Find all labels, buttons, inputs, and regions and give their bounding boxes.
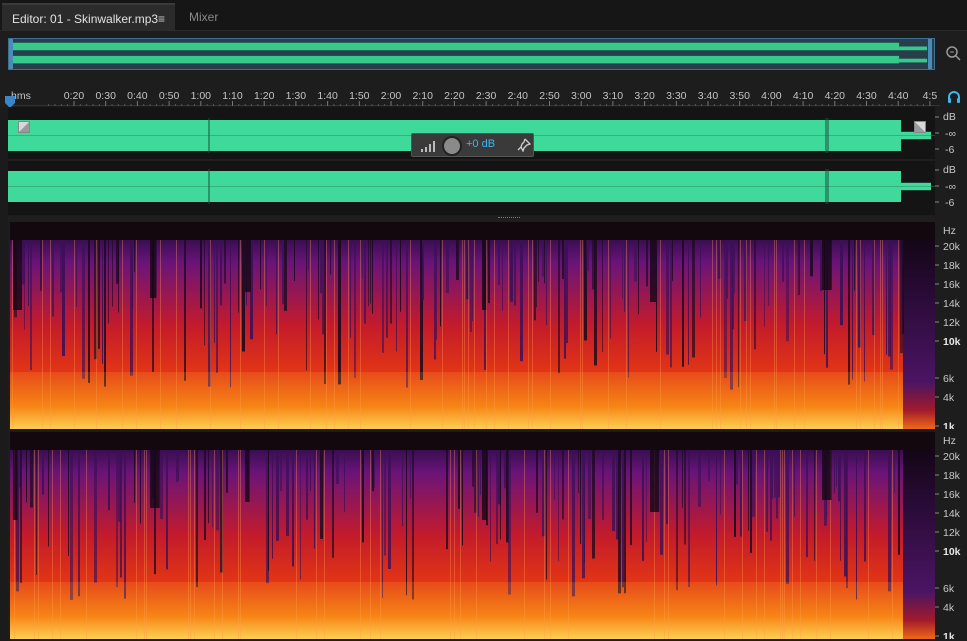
hz-tick-label: 14k <box>943 508 961 520</box>
overview-navigator[interactable] <box>8 38 935 70</box>
db-neg-inf-top: -∞ <box>945 128 956 140</box>
db-neg6-bottom: -6 <box>945 197 954 209</box>
tab-mixer-label: Mixer <box>189 10 219 24</box>
fade-in-handle-icon[interactable] <box>18 121 30 133</box>
hz-tick-label: 6k <box>943 583 955 595</box>
db-neg-inf-bottom: -∞ <box>945 181 956 193</box>
ruler-tick-label: 0:40 <box>127 90 148 102</box>
fade-out-handle-icon[interactable] <box>914 121 926 133</box>
ruler-tick-label: 3:10 <box>603 90 624 102</box>
amplitude-scale: dB -∞ -6 dB -∞ -6 <box>935 107 967 215</box>
frequency-scale-left: Hz 20k 18k 16k 14k 12k 10k 6k 4k 1k <box>935 222 967 429</box>
tab-bar: Editor: 01 - Skinwalker.mp3 ≡ Mixer <box>0 0 967 31</box>
hz-tick-label: 4k <box>943 602 955 614</box>
ruler-tick-label: 2:20 <box>444 90 465 102</box>
hz-tick-label: 10k <box>943 336 961 348</box>
hz-tick-label: 20k <box>943 241 961 253</box>
tab-mixer[interactable]: Mixer <box>177 3 247 31</box>
waveform-view[interactable] <box>8 107 935 215</box>
hz-tick-label: 16k <box>943 489 961 501</box>
ruler-tick-label: 4:00 <box>761 90 782 102</box>
ruler-tick-label: 2:00 <box>381 90 402 102</box>
ruler-tick-label: 3:30 <box>666 90 687 102</box>
spectrogram-right <box>10 432 935 639</box>
ruler-tick-label: 1:10 <box>222 90 243 102</box>
ruler-tick-label: 4:5 <box>923 90 938 102</box>
time-ruler-ticks: hms 0:20 0:30 0:40 0:50 1:00 1:10 1:20 1:30 1:40 1… <box>11 90 938 106</box>
hz-tick-label: 16k <box>943 279 961 291</box>
frequency-scale-right: Hz 20k 18k 16k 14k 12k 10k 6k 4k 1k <box>935 432 967 639</box>
ruler-tick-label: 2:40 <box>508 90 529 102</box>
ruler-tick-label: 2:10 <box>412 90 433 102</box>
hz-tick-label: 1k <box>943 421 955 429</box>
ruler-tick-label: 0:20 <box>64 90 85 102</box>
hz-tick-label: 12k <box>943 317 961 329</box>
ruler-tick-label: 1:30 <box>286 90 307 102</box>
hz-tick-label: 10k <box>943 546 961 558</box>
gain-level-icon <box>421 141 435 152</box>
tab-editor-label: Editor: 01 - Skinwalker.mp3 <box>12 12 159 26</box>
hz-tick-label: 12k <box>943 527 961 539</box>
ruler-tick-label: 2:30 <box>476 90 497 102</box>
ruler-tick-label: 0:30 <box>95 90 116 102</box>
spectral-view-left[interactable] <box>10 222 935 429</box>
ruler-tick-label: 1:00 <box>191 90 212 102</box>
spectral-view-right[interactable] <box>10 432 935 639</box>
volume-knob-icon[interactable] <box>442 136 462 156</box>
ruler-tick-label: 3:20 <box>634 90 655 102</box>
ruler-tick-label: 2:50 <box>539 90 560 102</box>
stereo-waveform <box>8 118 935 204</box>
ruler-tick-label: 4:10 <box>793 90 814 102</box>
db-unit-bottom: dB <box>943 164 956 176</box>
panel-splitter[interactable] <box>8 215 935 222</box>
editor-left-gutter <box>0 107 8 641</box>
ruler-tick-label: 1:50 <box>349 90 370 102</box>
splitter-grip-icon[interactable] <box>498 217 520 219</box>
db-unit-top: dB <box>943 111 956 123</box>
spectrogram-fadeout <box>903 450 935 639</box>
ruler-tick-label: 1:40 <box>317 90 338 102</box>
ruler-tick-label: 0:50 <box>159 90 180 102</box>
spectrogram-left <box>10 222 935 429</box>
pin-icon[interactable] <box>517 138 531 152</box>
hz-unit-label: Hz <box>943 435 956 447</box>
hz-tick-label: 18k <box>943 470 961 482</box>
ruler-tick-label: 4:30 <box>856 90 877 102</box>
ruler-tick-label: 3:50 <box>729 90 750 102</box>
ruler-tick-label: 4:40 <box>888 90 909 102</box>
ruler-tick-label: 3:40 <box>698 90 719 102</box>
tab-menu-icon[interactable]: ≡ <box>158 5 168 33</box>
ruler-tick-label: 1:20 <box>254 90 275 102</box>
gain-value[interactable]: +0 dB <box>466 138 495 150</box>
magnifier-zoom-icon[interactable] <box>944 44 962 62</box>
hz-tick-label: 4k <box>943 392 955 404</box>
overview-waveform <box>9 39 933 69</box>
hz-unit-label: Hz <box>943 225 956 237</box>
db-neg6-top: -6 <box>945 144 954 156</box>
hz-tick-label: 18k <box>943 260 961 272</box>
hz-tick-label: 6k <box>943 373 955 385</box>
hz-tick-label: 20k <box>943 451 961 463</box>
hz-tick-label: 1k <box>943 631 955 639</box>
ruler-tick-label: 3:00 <box>571 90 592 102</box>
time-ruler[interactable]: hms 0:20 0:30 0:40 0:50 1:00 1:10 1:20 1:30 1:40 1… <box>8 86 940 106</box>
spectrogram-fadeout <box>903 240 935 429</box>
tab-editor[interactable]: Editor: 01 - Skinwalker.mp3 ≡ <box>2 3 175 31</box>
headphones-icon[interactable] <box>946 89 962 105</box>
hz-tick-label: 14k <box>943 298 961 310</box>
ruler-tick-label: 4:20 <box>825 90 846 102</box>
gain-hud[interactable]: +0 dB <box>411 133 534 157</box>
